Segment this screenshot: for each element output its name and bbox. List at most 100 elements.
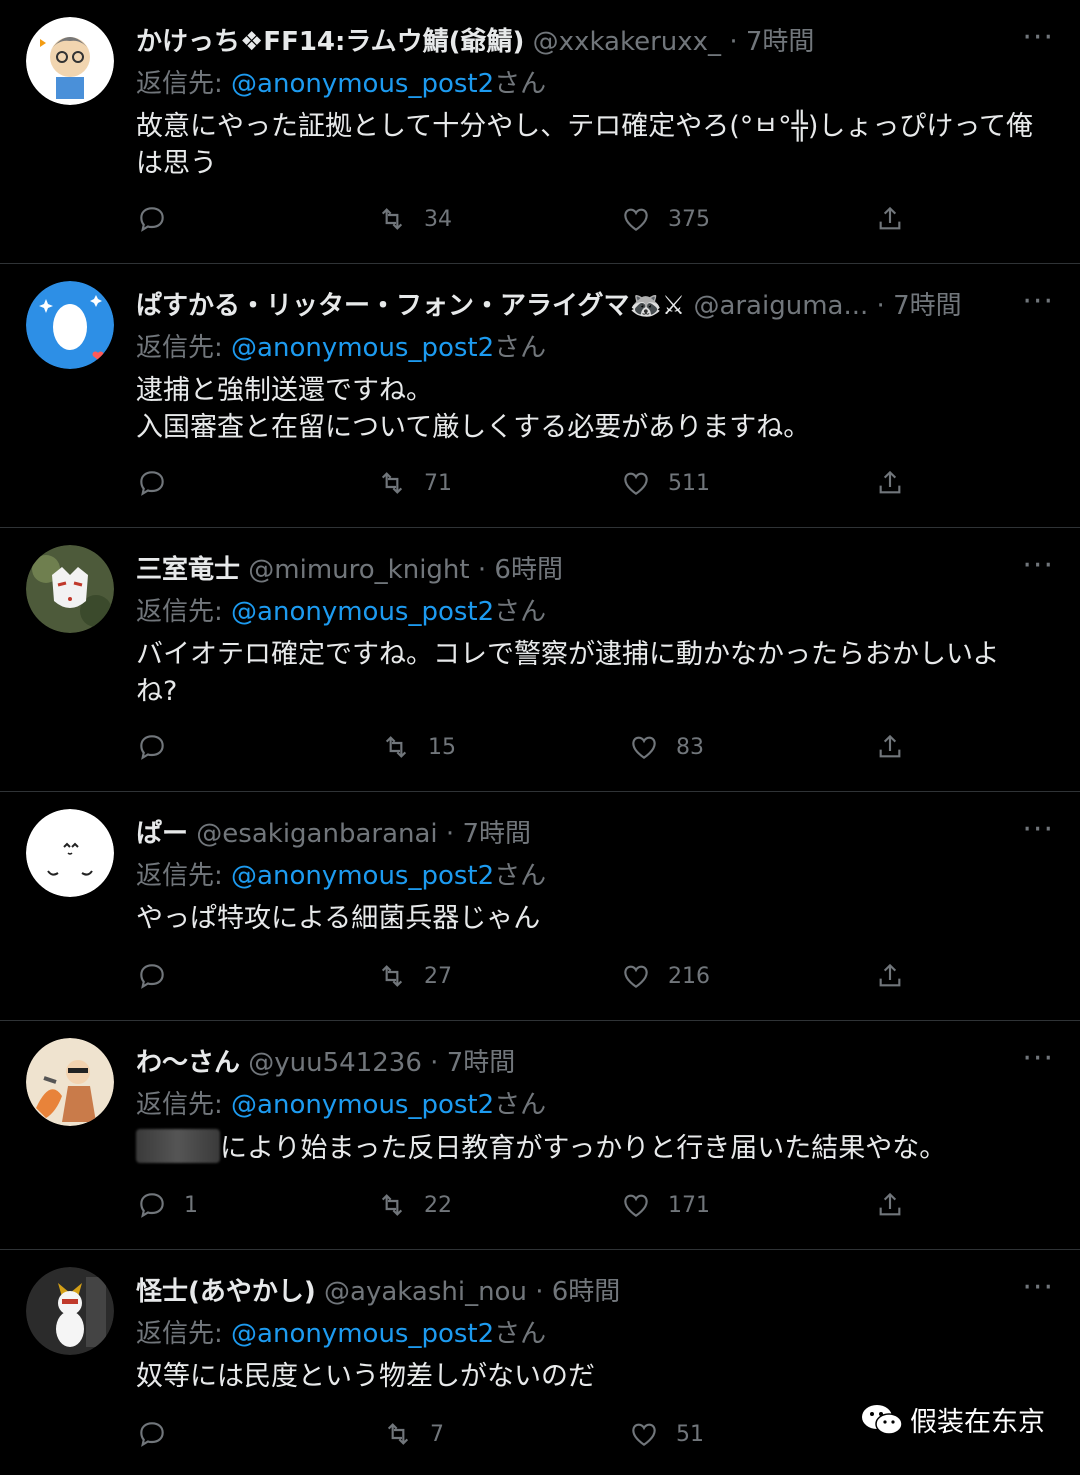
display-name[interactable]: わ～さん (136, 1048, 240, 1078)
reply-button[interactable] (136, 203, 184, 235)
retweet-button[interactable]: 34 (376, 203, 452, 235)
user-handle[interactable]: @esakiganbaranai (196, 819, 437, 849)
wechat-icon (862, 1404, 903, 1435)
retweet-count: 27 (424, 963, 452, 989)
like-button[interactable]: 375 (620, 203, 710, 235)
reply-to-link[interactable]: @anonymous_post2 (231, 69, 494, 99)
like-button[interactable]: 216 (620, 960, 710, 992)
retweet-button[interactable]: 15 (380, 731, 456, 763)
reply-button[interactable] (136, 960, 184, 992)
display-name[interactable]: ぱー (136, 819, 188, 849)
text-line: 入国審査と在留について厳しくする必要がありますね。 (136, 412, 811, 443)
like-button[interactable]: 83 (628, 731, 704, 763)
retweet-count: 22 (424, 1192, 452, 1218)
reply-to-link[interactable]: @anonymous_post2 (231, 861, 494, 891)
share-button[interactable] (874, 203, 906, 235)
user-handle[interactable]: @mimuro_knight (248, 555, 469, 585)
separator: · (535, 1277, 544, 1307)
reply-to-link[interactable]: @anonymous_post2 (231, 1090, 494, 1120)
like-count: 171 (668, 1192, 710, 1218)
display-name[interactable]: ぱすかる・リッター・フォン・アライグマ🦝⚔ (136, 291, 685, 321)
tweet-text: 逮捕と強制送還ですね。 入国審査と在留について厳しくする必要がありますね。 (136, 372, 1044, 446)
user-handle[interactable]: @araiguma... (693, 291, 868, 321)
timestamp[interactable]: 7時間 (447, 1048, 516, 1078)
tweet[interactable]: ぱすかる・リッター・フォン・アライグマ🦝⚔ @araiguma... · 7時間… (0, 264, 1080, 528)
reply-context: 返信先: @anonymous_post2さん (136, 1085, 546, 1125)
reply-button[interactable] (136, 731, 184, 763)
reply-button[interactable] (136, 467, 184, 499)
like-icon (624, 208, 648, 231)
reply-to-link[interactable]: @anonymous_post2 (231, 333, 494, 363)
retweet-icon (381, 965, 403, 987)
share-button[interactable] (874, 1189, 906, 1221)
tweet[interactable]: 三室竜士 @mimuro_knight · 6時間 ··· 返信先: @anon… (0, 528, 1080, 792)
separator: · (445, 819, 455, 849)
share-button[interactable] (874, 960, 906, 992)
reply-context: 返信先: @anonymous_post2さん (136, 592, 546, 632)
timestamp[interactable]: 7時間 (462, 819, 531, 849)
action-bar: 1 22 171 (0, 1189, 1080, 1229)
tweet-text: 故意にやった証拠として十分やし、テロ確定やろ(°ㅂ°╬)しょっぴけって俺 は思う (136, 108, 1044, 182)
reply-icon (140, 964, 164, 989)
retweet-button[interactable]: 27 (376, 960, 452, 992)
tweet-header: ぱすかる・リッター・フォン・アライグマ🦝⚔ @araiguma... · 7時間 (136, 286, 990, 326)
retweet-icon (381, 1194, 403, 1216)
like-button[interactable]: 171 (620, 1189, 710, 1221)
share-button[interactable] (874, 731, 906, 763)
reply-context: 返信先: @anonymous_post2さん (136, 1314, 546, 1354)
timestamp[interactable]: 7時間 (893, 291, 962, 321)
more-icon[interactable]: ··· (1022, 1273, 1054, 1303)
more-icon[interactable]: ··· (1022, 287, 1054, 317)
watermark-text: 假装在东京 (910, 1407, 1045, 1438)
text-line: は思う (136, 148, 217, 179)
like-button[interactable]: 511 (620, 467, 710, 499)
tweet-text: 奴等には民度という物差しがないのだ (136, 1358, 1044, 1395)
tweet[interactable]: かけっち❖FF14:ラムウ鯖(爺鯖) @xxkakeruxx_ · 7時間 ··… (0, 0, 1080, 264)
reply-prefix: 返信先: (136, 861, 223, 891)
more-icon[interactable]: ··· (1022, 551, 1054, 581)
text-line: により始まった反日教育がすっかりと行き届いた結果やな。 (220, 1133, 947, 1164)
reply-context: 返信先: @anonymous_post2さん (136, 856, 546, 896)
more-icon[interactable]: ··· (1022, 23, 1054, 53)
like-icon (624, 472, 648, 495)
tweet[interactable]: 怪士(あやかし) @ayakashi_nou · 6時間 ··· 返信先: @a… (0, 1250, 1080, 1475)
display-name[interactable]: 怪士(あやかし) (136, 1277, 316, 1307)
like-count: 375 (668, 206, 710, 232)
tweet-text: により始まった反日教育がすっかりと行き届いた結果やな。 (136, 1129, 1044, 1167)
avatar[interactable] (26, 809, 114, 897)
reply-suffix: さん (494, 69, 547, 99)
display-name[interactable]: かけっち❖FF14:ラムウ鯖(爺鯖) (136, 27, 524, 57)
avatar[interactable] (26, 17, 114, 105)
text-line: ね? (136, 676, 178, 707)
timestamp[interactable]: 6時間 (494, 555, 563, 585)
like-icon (632, 1423, 656, 1446)
reply-button[interactable] (136, 1418, 184, 1450)
user-handle[interactable]: @ayakashi_nou (324, 1277, 527, 1307)
retweet-button[interactable]: 71 (376, 467, 452, 499)
share-icon (879, 734, 901, 758)
reply-to-link[interactable]: @anonymous_post2 (231, 1319, 494, 1349)
like-button[interactable]: 51 (628, 1418, 704, 1450)
tweet-header: かけっち❖FF14:ラムウ鯖(爺鯖) @xxkakeruxx_ · 7時間 (136, 22, 990, 62)
user-handle[interactable]: @yuu541236 (248, 1048, 422, 1078)
avatar[interactable] (26, 281, 114, 369)
tweet[interactable]: わ～さん @yuu541236 · 7時間 ··· 返信先: @anonymou… (0, 1021, 1080, 1250)
retweet-button[interactable]: 22 (376, 1189, 452, 1221)
reply-button[interactable]: 1 (136, 1189, 198, 1221)
timestamp[interactable]: 6時間 (552, 1277, 621, 1307)
watermark: 假装在东京 (860, 1400, 1045, 1439)
reply-to-link[interactable]: @anonymous_post2 (231, 597, 494, 627)
retweet-icon (381, 208, 403, 230)
timestamp[interactable]: 7時間 (746, 27, 815, 57)
avatar[interactable] (26, 1038, 114, 1126)
more-icon[interactable]: ··· (1022, 815, 1054, 845)
reply-prefix: 返信先: (136, 1319, 223, 1349)
share-button[interactable] (874, 467, 906, 499)
avatar[interactable] (26, 545, 114, 633)
user-handle[interactable]: @xxkakeruxx_ (533, 27, 721, 57)
more-icon[interactable]: ··· (1022, 1044, 1054, 1074)
tweet[interactable]: ぱー @esakiganbaranai · 7時間 ··· 返信先: @anon… (0, 792, 1080, 1021)
avatar[interactable] (26, 1267, 114, 1355)
display-name[interactable]: 三室竜士 (136, 555, 240, 585)
retweet-button[interactable]: 7 (382, 1418, 444, 1450)
